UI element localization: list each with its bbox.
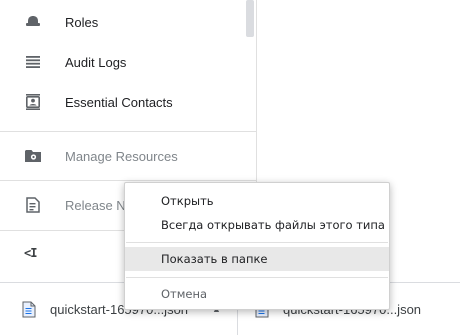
menu-item-open[interactable]: Открыть: [125, 189, 389, 213]
menu-item-cancel[interactable]: Отмена: [125, 282, 389, 306]
menu-item-always-open[interactable]: Всегда открывать файлы этого типа: [125, 213, 389, 237]
sidebar-item-roles[interactable]: Roles: [0, 2, 246, 42]
menu-divider: [126, 277, 388, 278]
hat-icon: [24, 13, 42, 31]
sidebar-item-label: Audit Logs: [65, 54, 127, 70]
menu-item-show-in-folder[interactable]: Показать в папке: [125, 247, 389, 271]
list-lines-icon: [24, 53, 42, 71]
collapse-sidebar-button[interactable]: <I: [24, 246, 37, 260]
contact-card-icon: [24, 93, 42, 111]
sidebar-scrollbar[interactable]: [246, 0, 254, 37]
menu-divider: [126, 242, 388, 243]
sidebar-item-manage-resources[interactable]: Manage Resources: [0, 136, 246, 176]
sidebar-item-label: Essential Contacts: [65, 94, 173, 110]
sidebar-divider: [0, 131, 256, 132]
folder-gear-icon: [24, 147, 42, 165]
sidebar-item-essential-contacts[interactable]: Essential Contacts: [0, 82, 246, 122]
sidebar-divider: [0, 180, 256, 181]
json-file-icon: [22, 301, 36, 323]
sidebar-item-label: Manage Resources: [65, 148, 178, 164]
release-notes-icon: [24, 196, 42, 214]
sidebar-item-label: Roles: [65, 14, 99, 30]
sidebar-item-audit-logs[interactable]: Audit Logs: [0, 42, 246, 82]
context-menu: Открыть Всегда открывать файлы этого тип…: [124, 182, 390, 310]
